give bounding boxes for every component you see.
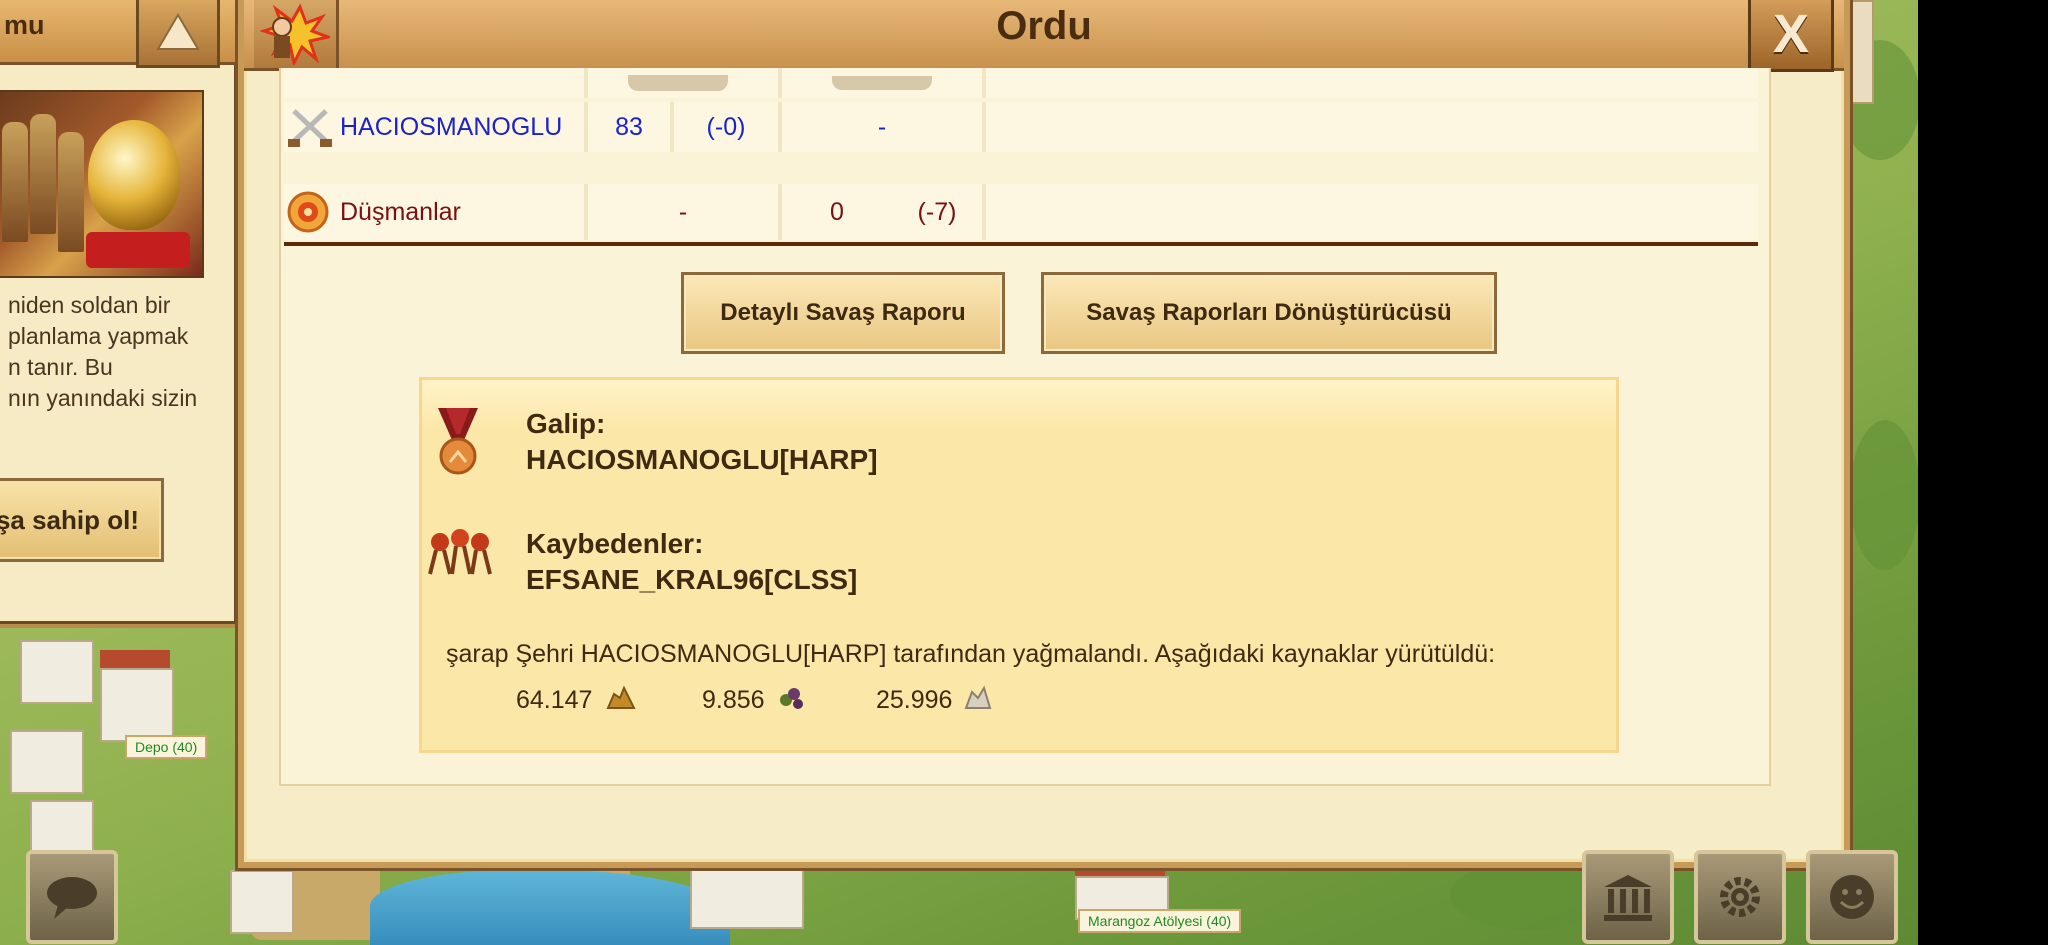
info-side-panel: mu niden soldan bir planlama yapmak n ta… xyxy=(0,0,241,628)
table-row-attacker: HACIOSMANOGLU 83 (-0) - xyxy=(284,102,1758,152)
crossed-swords-icon xyxy=(288,109,332,147)
medal-icon xyxy=(438,408,478,475)
table-row xyxy=(284,68,1758,98)
resource-amount-wine: 9.856 xyxy=(702,686,765,714)
attacker-value: 83 xyxy=(588,102,670,152)
army-illustration xyxy=(0,90,204,278)
battle-report: HACIOSMANOGLU 83 (-0) - Düşmanlar - 0 (-… xyxy=(279,68,1771,786)
gear-icon xyxy=(1720,877,1760,917)
wine-icon xyxy=(780,688,803,709)
plunder-summary: şarap Şehri HACIOSMANOGLU[HARP] tarafınd… xyxy=(446,640,1496,668)
winner-name: HACIOSMANOGLU[HARP] xyxy=(526,444,878,475)
attacker-name-link[interactable]: HACIOSMANOGLU xyxy=(340,113,562,142)
enemy-shield-icon xyxy=(287,191,329,233)
unit-icon xyxy=(832,76,932,90)
battle-result-panel: Galip: HACIOSMANOGLU[HARP] Kaybedenler: … xyxy=(419,377,1619,753)
profile-button[interactable] xyxy=(1806,850,1898,944)
gold-icon xyxy=(606,685,636,709)
table-divider xyxy=(284,242,1758,246)
enemies-change: (-7) xyxy=(892,184,982,240)
get-offer-button[interactable]: şa sahip ol! xyxy=(0,478,164,562)
enemies-count: 0 xyxy=(782,184,892,240)
marble-icon xyxy=(964,685,992,709)
enemies-label: Düşmanlar xyxy=(340,197,461,226)
map-label-depo[interactable]: Depo (40) xyxy=(125,735,208,759)
modal-header: Ordu X xyxy=(244,0,1844,72)
army-report-window: Ordu X HACIOSMANOGLU 83 (-0) - Düşmanlar… xyxy=(238,0,1850,868)
losers-label: Kaybedenler: xyxy=(526,528,704,559)
modal-title: Ordu xyxy=(996,4,1092,48)
enemies-value: - xyxy=(588,184,778,240)
map-label-marangoz[interactable]: Marangoz Atölyesi (40) xyxy=(1078,909,1242,933)
side-panel-description: niden soldan bir planlama yapmak n tanır… xyxy=(8,292,198,411)
attacker-loss: - xyxy=(782,102,982,152)
temple-icon xyxy=(1604,875,1652,921)
attacker-change: (-0) xyxy=(674,102,778,152)
defeated-soldiers-icon xyxy=(428,529,492,575)
close-button[interactable]: X xyxy=(1748,0,1834,72)
losers-name: EFSANE_KRAL96[CLSS] xyxy=(526,564,858,595)
chat-bubble-icon xyxy=(47,877,97,919)
scroll-up-button[interactable] xyxy=(136,0,220,68)
unit-icon xyxy=(628,75,728,91)
triangle-up-icon xyxy=(156,13,200,50)
winner-label: Galip: xyxy=(526,408,606,439)
settings-button[interactable] xyxy=(1694,850,1786,944)
city-overview-button[interactable] xyxy=(1582,850,1674,944)
resource-amount-gold: 64.147 xyxy=(516,686,593,714)
resource-amount-marble: 25.996 xyxy=(876,686,953,714)
battle-report-converter-button[interactable]: Savaş Raporları Dönüştürücüsü xyxy=(1041,272,1497,354)
table-row-enemies: Düşmanlar - 0 (-7) xyxy=(284,184,1758,240)
smiley-face-icon xyxy=(1830,875,1874,919)
side-panel-title: mu xyxy=(4,10,45,40)
chat-button[interactable] xyxy=(26,850,118,944)
detailed-battle-report-button[interactable]: Detaylı Savaş Raporu xyxy=(681,272,1005,354)
